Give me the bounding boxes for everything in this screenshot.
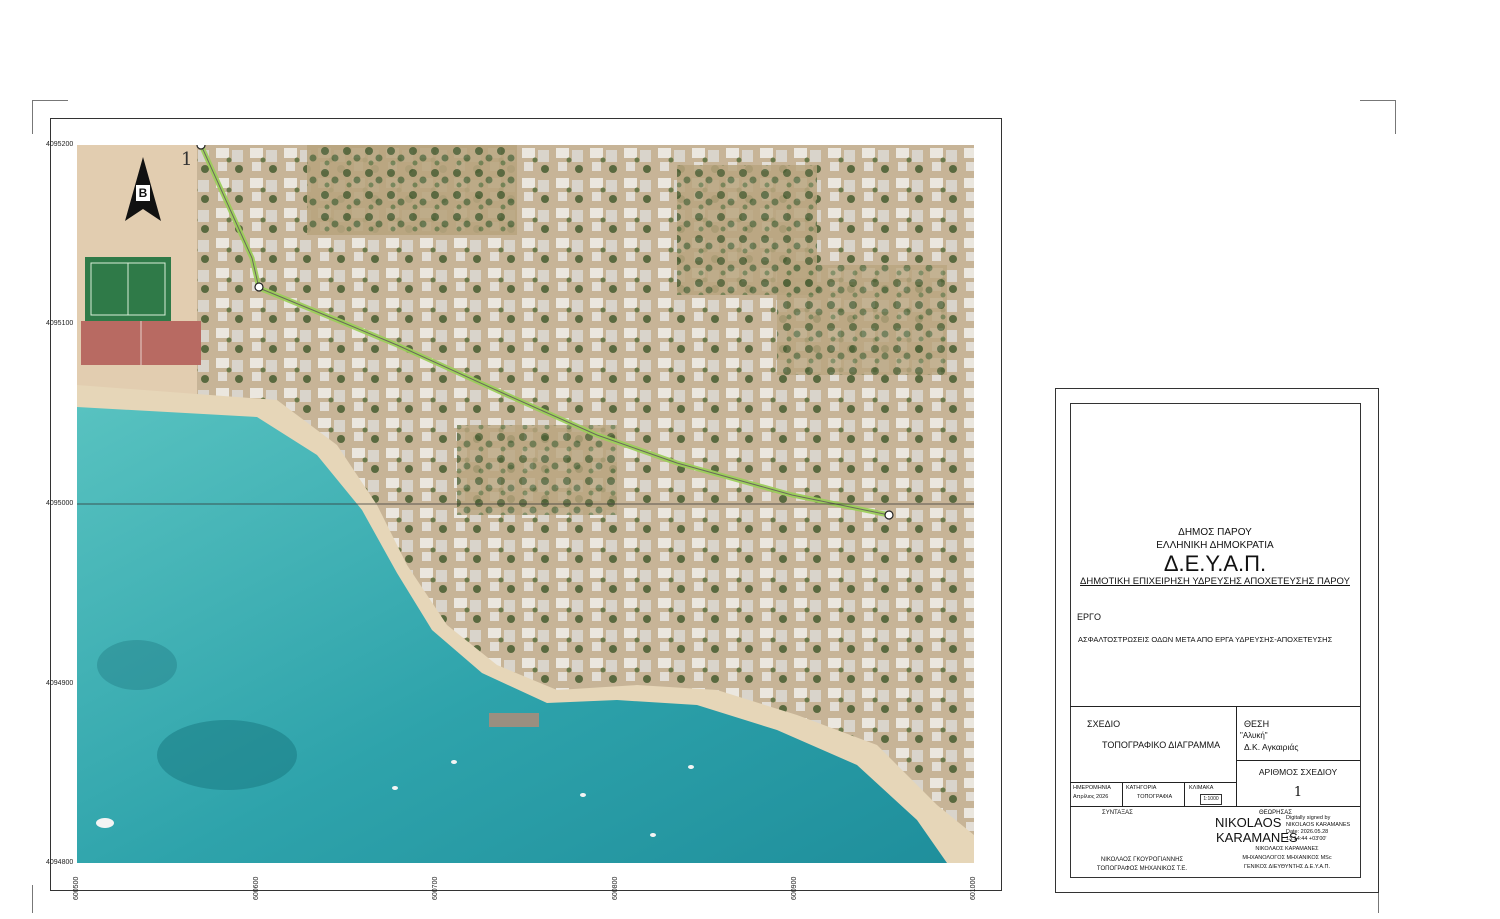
crop-mark	[32, 100, 33, 134]
signature-name-line1: NIKOLAOS	[1215, 815, 1282, 830]
approver-title: ΜΗΧΑΝΟΛΟΓΟΣ ΜΗΧΑΝΙΚΟΣ MSc	[1242, 855, 1332, 861]
signature-note: 13:14:44 +03'00'	[1286, 836, 1327, 842]
crop-mark	[1360, 100, 1396, 101]
north-arrow-letter: B	[138, 186, 148, 200]
drawing-number-label: ΑΡΙΘΜΟΣ ΣΧΕΔΙΟΥ	[1258, 767, 1338, 777]
scale-value: 1:1000	[1200, 794, 1222, 805]
date-value: Απρίλιος 2026	[1073, 794, 1109, 800]
divider	[1070, 806, 1360, 807]
divider	[1184, 782, 1185, 806]
project-name: ΑΣΦΑΛΤΟΣΤΡΩΣΕΙΣ ΟΔΩΝ ΜΕΤΑ ΑΠΟ ΕΡΓΑ ΥΔΡΕΥ…	[1078, 635, 1333, 644]
boat	[688, 765, 694, 769]
drawing-number-value: 1	[1293, 785, 1303, 800]
x-tick-label: 600700	[432, 876, 439, 900]
divider	[1070, 706, 1360, 707]
map-sheet-number: 1	[181, 149, 193, 170]
org-full-name: ΔΗΜΟΤΙΚΗ ΕΠΙΧΕΙΡΗΣΗ ΥΔΡΕΥΣΗΣ ΑΠΟΧΕΤΕΥΣΗΣ…	[1080, 576, 1350, 587]
boat	[96, 818, 114, 828]
org-line2: ΕΛΛΗΝΙΚΗ ΔΗΜΟΚΡΑΤΙΑ	[1156, 540, 1274, 551]
route-point[interactable]	[254, 282, 264, 292]
location-district: Δ.Κ. Αγκαιριάς	[1244, 742, 1299, 752]
category-label: ΚΑΤΗΓΟΡΙΑ	[1126, 785, 1157, 791]
crop-mark	[32, 100, 68, 101]
org-acronym: Δ.Ε.Υ.Α.Π.	[1163, 551, 1267, 576]
org-line1: ΔΗΜΟΣ ΠΑΡΟΥ	[1178, 527, 1252, 538]
y-tick-label: 4095200	[46, 141, 74, 148]
signature-note: Digitally signed by	[1286, 815, 1331, 821]
drawing-label: ΣΧΕΔΙΟ	[1087, 719, 1121, 729]
x-tick-label: 600900	[791, 876, 798, 900]
boat	[580, 793, 586, 797]
scale-label: ΚΛΙΜΑΚΑ	[1189, 785, 1214, 791]
pier	[489, 713, 539, 727]
crop-mark	[32, 885, 33, 913]
route-point[interactable]	[196, 145, 206, 150]
north-arrow-icon: B	[121, 157, 165, 223]
y-tick-label: 4094800	[46, 859, 74, 866]
route-point[interactable]	[884, 510, 894, 520]
author-name: ΝΙΚΟΛΑΟΣ ΓΚΟΥΡΟΓΙΑΝΝΗΣ	[1100, 857, 1184, 863]
x-tick-label: 600500	[73, 876, 80, 900]
boat	[451, 760, 457, 764]
signature-note: NIKOLAOS KARAMANES	[1286, 822, 1351, 828]
project-label: ΕΡΓΟ	[1077, 612, 1101, 622]
divider	[1122, 782, 1123, 806]
y-tick-label: 4094900	[46, 680, 74, 687]
category-value: ΤΟΠΟΓΡΑΦΙΑ	[1137, 794, 1173, 800]
aerial-map-svg	[77, 145, 974, 863]
divider	[1070, 782, 1236, 783]
x-tick-label: 601000	[970, 876, 977, 900]
author-title: ΤΟΠΟΓΡΑΦΟΣ ΜΗΧΑΝΙΚΟΣ Τ.Ε.	[1096, 866, 1188, 872]
boat	[392, 786, 398, 790]
approver-name: ΝΙΚΟΛΑΟΣ ΚΑΡΑΜΑΝΕΣ	[1255, 846, 1319, 852]
drawing-name: ΤΟΠΟΓΡΑΦΙΚΟ ΔΙΑΓΡΑΜΜΑ	[1102, 740, 1221, 750]
boat	[650, 833, 656, 837]
approver-title: ΓΕΝΙΚΟΣ ΔΙΕΥΘΥΝΤΗΣ Δ.Ε.Υ.Α.Π.	[1243, 864, 1331, 870]
x-tick-label: 600600	[253, 876, 260, 900]
divider	[1236, 760, 1360, 761]
signature-note: Date: 2026.05.28	[1286, 829, 1329, 835]
date-label: ΗΜΕΡΟΜΗΝΙΑ	[1073, 785, 1111, 791]
author-label: ΣΥΝΤΑΞΑΣ	[1102, 810, 1133, 816]
crop-mark	[1395, 100, 1396, 134]
y-tick-label: 4095100	[46, 320, 74, 327]
location-value: "Αλυκή"	[1240, 731, 1268, 740]
location-label: ΘΕΣΗ	[1244, 719, 1270, 729]
y-tick-label: 4095000	[46, 500, 74, 507]
x-tick-label: 600800	[612, 876, 619, 900]
aerial-map[interactable]: 1 B	[77, 145, 974, 863]
